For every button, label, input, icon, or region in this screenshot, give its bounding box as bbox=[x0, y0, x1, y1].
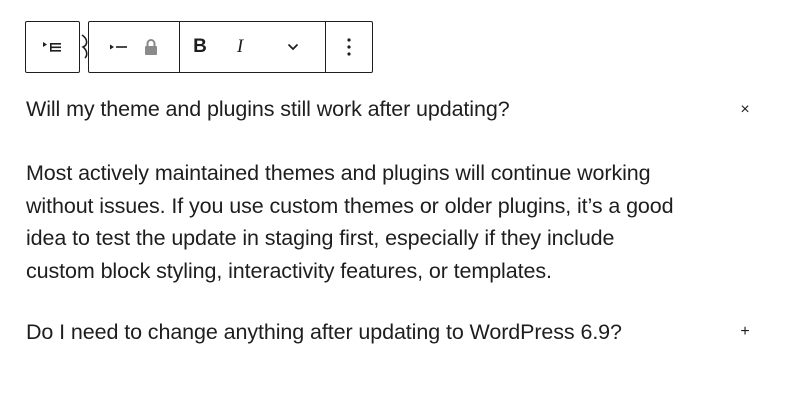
faq-question-1[interactable]: Will my theme and plugins still work aft… bbox=[26, 95, 510, 123]
block-toolbar-group-parent bbox=[25, 21, 80, 73]
block-toolbar-group-main: B I bbox=[88, 21, 373, 73]
faq-answer-1: Most actively maintained themes and plug… bbox=[26, 157, 746, 287]
answer-line: Most actively maintained themes and plug… bbox=[26, 161, 651, 185]
italic-button[interactable]: I bbox=[220, 22, 260, 72]
plus-icon: + bbox=[740, 323, 750, 340]
answer-line: idea to test the update in staging first… bbox=[26, 226, 615, 250]
parent-block-button[interactable] bbox=[26, 22, 79, 72]
bold-label: B bbox=[193, 36, 207, 57]
italic-label: I bbox=[236, 36, 244, 57]
list-indent-icon bbox=[110, 44, 127, 50]
list-outdent-icon bbox=[42, 42, 61, 52]
block-type-switcher[interactable] bbox=[89, 22, 180, 72]
bold-button[interactable]: B bbox=[180, 22, 220, 72]
answer-line: custom block styling, interactivity feat… bbox=[26, 258, 552, 283]
faq-question-2[interactable]: Do I need to change anything after updat… bbox=[26, 318, 622, 346]
collapse-toggle[interactable]: × bbox=[735, 100, 755, 120]
answer-line: without issues. If you use custom themes… bbox=[26, 193, 674, 218]
close-icon: × bbox=[740, 101, 750, 118]
more-formatting-button[interactable] bbox=[260, 22, 326, 72]
vertical-ellipsis-icon bbox=[347, 38, 351, 56]
block-options-button[interactable] bbox=[326, 22, 372, 72]
lock-icon bbox=[145, 39, 157, 55]
chevron-down-icon bbox=[287, 43, 298, 51]
expand-toggle[interactable]: + bbox=[735, 322, 755, 342]
